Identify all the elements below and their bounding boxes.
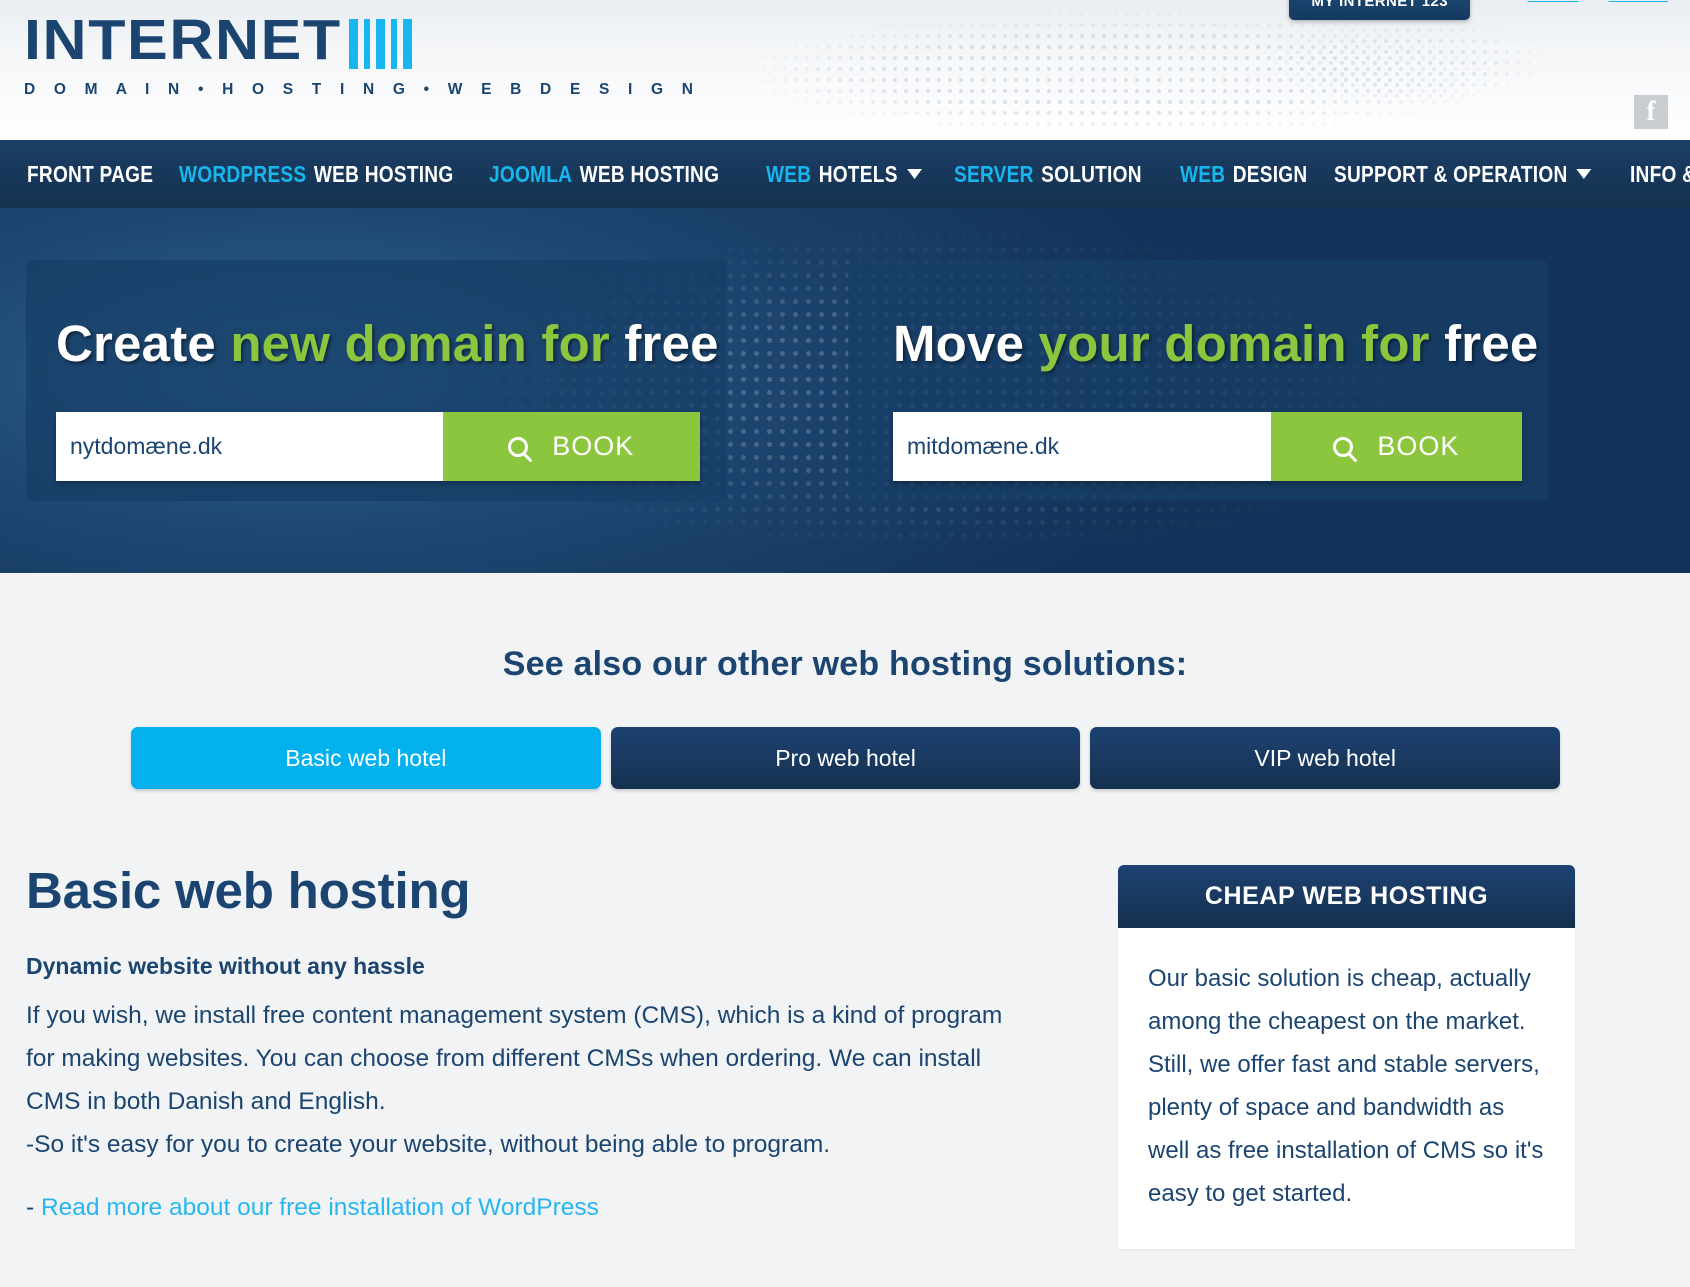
create-domain-panel: Create new domain for free BOOK <box>26 260 726 501</box>
nav-item-server-solution[interactable]: SERVER SOLUTION <box>954 161 1142 188</box>
nav-label: SOLUTION <box>1041 160 1142 187</box>
lang-english-link[interactable]: ENGLISH <box>1609 0 1668 3</box>
create-domain-input[interactable] <box>56 412 443 481</box>
header-bar: INTERNET D O M A I N • H O S T I N G • W… <box>0 0 1690 140</box>
create-domain-book-button[interactable]: BOOK <box>442 412 700 481</box>
tab-label: VIP web hotel <box>1254 744 1396 771</box>
logo-wordmark: INTERNET <box>24 8 342 72</box>
title-part-white-2: free <box>1444 315 1539 372</box>
nav-label: DESIGN <box>1233 160 1308 187</box>
other-solutions-title: See also our other web hosting solutions… <box>502 645 1188 683</box>
move-domain-input[interactable] <box>893 412 1271 481</box>
facebook-icon[interactable]: f <box>1634 95 1668 129</box>
my-account-button[interactable]: MY INTERNET 123 <box>1289 0 1470 20</box>
nav-label: FRONT PAGE <box>27 160 154 187</box>
read-more-dash: - <box>26 1194 41 1221</box>
title-part-white-2: free <box>624 315 719 372</box>
lang-danish-link[interactable]: DANISH <box>1528 0 1579 3</box>
title-part-white: Move <box>893 315 1039 372</box>
content-lead: Dynamic website without any hassle <box>26 953 425 979</box>
nav-label-highlight: SERVER <box>954 160 1034 187</box>
move-domain-search-row: BOOK <box>893 412 1522 481</box>
sidebar-column: CHEAP WEB HOSTING Our basic solution is … <box>1118 865 1575 1249</box>
tab-vip-web-hotel[interactable]: VIP web hotel <box>1090 727 1561 789</box>
cheap-hosting-box-body: Our basic solution is cheap, actually am… <box>1148 965 1544 1207</box>
chevron-down-icon <box>1576 169 1592 179</box>
nav-label: WEB HOSTING <box>313 160 454 187</box>
logo-tagline: D O M A I N • H O S T I N G • W E B D E … <box>24 81 701 98</box>
nav-label-highlight: WORDPRESS <box>179 160 307 187</box>
nav-item-support-operation[interactable]: SUPPORT & OPERATION <box>1333 160 1592 188</box>
search-icon <box>1333 436 1354 457</box>
nav-item-front-page[interactable]: FRONT PAGE <box>27 161 153 188</box>
tab-label: Pro web hotel <box>775 744 916 771</box>
move-domain-title: Move your domain for free <box>893 315 1538 372</box>
content-paragraph-1: If you wish, we install free content man… <box>26 1002 1003 1115</box>
book-button-label: BOOK <box>1377 431 1460 461</box>
create-domain-title: Create new domain for free <box>56 315 719 372</box>
logo-bars-icon <box>349 19 412 69</box>
nav-item-wordpress-web-hosting[interactable]: WORDPRESS WEB HOSTING <box>179 160 453 188</box>
nav-label-highlight: JOOMLA <box>489 160 573 187</box>
tab-basic-web-hotel[interactable]: Basic web hotel <box>131 727 601 789</box>
nav-item-web-hotels[interactable]: WEB HOTELS <box>766 160 923 188</box>
main-column: Basic web hosting Dynamic website withou… <box>26 865 1090 1249</box>
nav-label-highlight: WEB <box>766 160 812 187</box>
nav-label: WEB HOSTING <box>579 160 720 187</box>
tab-label: Basic web hotel <box>285 744 447 771</box>
title-part-green: new domain for <box>230 315 625 372</box>
nav-label: INFO & CONTACT <box>1629 160 1690 187</box>
main-navigation: FRONT PAGE WORDPRESS WEB HOSTING JOOMLA … <box>0 140 1690 208</box>
language-switcher[interactable]: DANISH ENGLISH <box>1528 0 1668 3</box>
nav-item-web-design[interactable]: WEB DESIGN <box>1180 161 1307 188</box>
nav-item-info-contact[interactable]: INFO & CONTACT <box>1630 161 1690 188</box>
world-map-dots-decoration-right <box>1230 6 1660 131</box>
read-more-link[interactable]: Read more about our free installation of… <box>41 1194 599 1221</box>
hero-banner: Create new domain for free BOOK Move you… <box>0 208 1690 573</box>
read-more-row: - Read more about our free installation … <box>26 1194 1090 1222</box>
title-part-white: Create <box>56 315 231 372</box>
create-domain-search-row: BOOK <box>56 412 700 481</box>
content-paragraph-2: -So it's easy for you to create your web… <box>26 1131 831 1158</box>
other-solutions-section: See also our other web hosting solutions… <box>0 573 1690 789</box>
hosting-tier-tabs: Basic web hotel Pro web hotel VIP web ho… <box>0 684 1690 789</box>
nav-item-joomla-web-hosting[interactable]: JOOMLA WEB HOSTING <box>489 161 719 188</box>
book-button-label: BOOK <box>552 431 635 461</box>
page-title: Basic web hosting <box>26 862 471 919</box>
nav-label-highlight: WEB <box>1180 160 1226 187</box>
site-logo[interactable]: INTERNET D O M A I N • H O S T I N G • W… <box>24 12 700 99</box>
title-part-green: your domain for <box>1038 315 1445 372</box>
cheap-hosting-box-title: CHEAP WEB HOSTING <box>1118 865 1575 928</box>
nav-label: SUPPORT & OPERATION <box>1333 160 1568 187</box>
search-icon <box>508 436 529 457</box>
nav-label: HOTELS <box>819 160 899 187</box>
tab-pro-web-hotel[interactable]: Pro web hotel <box>610 727 1081 789</box>
chevron-down-icon <box>907 169 923 179</box>
move-domain-book-button[interactable]: BOOK <box>1270 412 1522 481</box>
move-domain-panel: Move your domain for free BOOK <box>848 260 1548 501</box>
cheap-hosting-box: CHEAP WEB HOSTING Our basic solution is … <box>1118 865 1575 1249</box>
page-content: Basic web hosting Dynamic website withou… <box>0 789 1690 1249</box>
